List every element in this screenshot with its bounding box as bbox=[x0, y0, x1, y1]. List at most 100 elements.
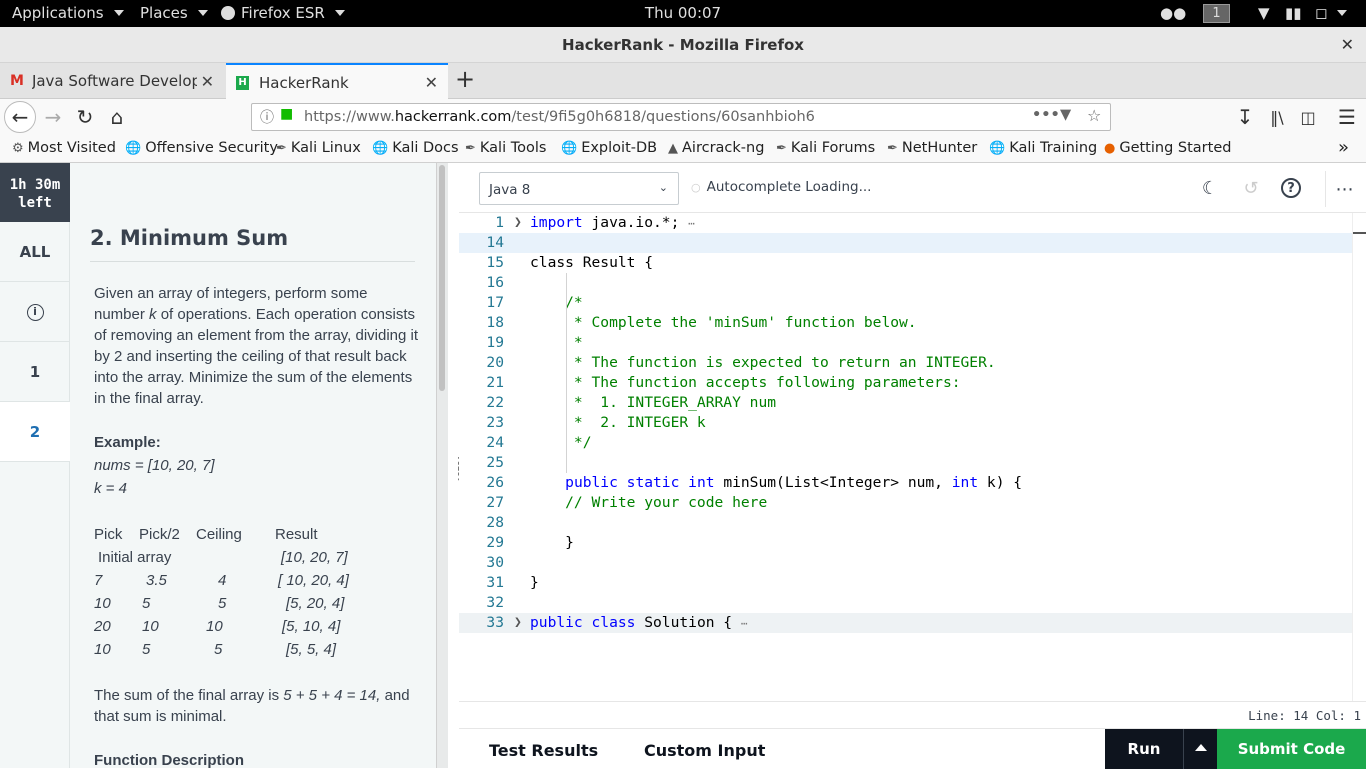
time-remaining: 1h 30m left bbox=[0, 163, 70, 222]
code-line: 24 */ bbox=[486, 434, 592, 451]
code-line: 30 bbox=[486, 554, 504, 571]
bookmark-aircrack-ng[interactable]: ▲ Aircrack-ng bbox=[668, 140, 764, 156]
rail-item-all[interactable]: ALL bbox=[0, 222, 70, 282]
expand-fold-icon[interactable]: ❯ bbox=[514, 213, 522, 233]
tab-custom-input[interactable]: Custom Input bbox=[644, 741, 765, 760]
code-line: 33 ❯ public class Solution { ⋯ bbox=[459, 613, 1366, 633]
code-line: 29 } bbox=[486, 534, 574, 551]
more-bookmarks-icon[interactable]: » bbox=[1338, 137, 1349, 158]
aircrack-icon: ▲ bbox=[668, 140, 678, 156]
code-line: 27 // Write your code here bbox=[486, 494, 768, 511]
close-tab-icon[interactable]: ✕ bbox=[425, 73, 438, 92]
scrollbar-thumb[interactable] bbox=[439, 165, 445, 391]
rail-item-question-1[interactable]: 1 bbox=[0, 342, 70, 402]
rail-item-question-2[interactable]: 2 bbox=[0, 402, 70, 462]
theme-moon-icon[interactable]: ☾ bbox=[1199, 177, 1221, 199]
users-icon[interactable]: ●● bbox=[1160, 4, 1186, 22]
bookmark-kali-tools[interactable]: ✒ Kali Tools bbox=[465, 140, 546, 156]
more-options-icon[interactable]: ⋯ bbox=[1325, 171, 1363, 207]
editor-scrollbar[interactable] bbox=[1352, 213, 1366, 701]
code-line: 22 * 1. INTEGER_ARRAY num bbox=[486, 394, 777, 411]
wifi-icon[interactable]: ▼ bbox=[1258, 4, 1270, 22]
bookmark-kali-linux[interactable]: ✒ Kali Linux bbox=[276, 140, 361, 156]
table-cell: 5 bbox=[214, 641, 223, 658]
downloads-button[interactable]: ↧ bbox=[1230, 103, 1260, 131]
folded-ellipsis-icon[interactable]: ⋯ bbox=[688, 217, 695, 230]
problem-description: Given an array of integers, perform some… bbox=[94, 285, 419, 407]
close-window-icon[interactable]: ✕ bbox=[1341, 27, 1354, 63]
table-cell: [ 10, 20, 4] bbox=[278, 572, 349, 589]
run-button[interactable]: Run bbox=[1105, 729, 1183, 769]
lock-icon: ■ bbox=[280, 106, 294, 122]
bookmark-kali-training[interactable]: 🌐 Kali Training bbox=[989, 140, 1097, 156]
table-cell: 10 bbox=[206, 618, 223, 635]
table-header: Ceiling bbox=[196, 526, 242, 543]
gear-icon: ⚙ bbox=[12, 140, 24, 156]
table-cell: 10 bbox=[142, 618, 159, 635]
table-cell: Initial array bbox=[98, 549, 172, 566]
forward-button[interactable]: → bbox=[38, 103, 68, 131]
run-options-button[interactable] bbox=[1183, 729, 1217, 769]
rail-item-info[interactable]: i bbox=[0, 282, 70, 342]
pocket-icon[interactable]: ▼ bbox=[1060, 107, 1071, 123]
table-cell: [10, 20, 7] bbox=[281, 549, 348, 566]
editor-toolbar: Java 8 ⌄ ○ Autocomplete Loading... ☾ ↺ ?… bbox=[459, 163, 1366, 213]
chevron-down-icon bbox=[1337, 10, 1348, 16]
info-icon[interactable]: ⓘ bbox=[260, 107, 274, 127]
bookmark-most-visited[interactable]: ⚙ Most Visited bbox=[12, 140, 116, 156]
kali-icon: ✒ bbox=[776, 140, 787, 156]
problem-statement-panel: 2. Minimum Sum Given an array of integer… bbox=[70, 163, 436, 768]
language-value: Java 8 bbox=[489, 182, 531, 198]
workspace-indicator[interactable]: 1 bbox=[1203, 4, 1230, 23]
autocomplete-toggle-icon[interactable]: ○ bbox=[691, 181, 701, 194]
submit-code-button[interactable]: Submit Code bbox=[1217, 729, 1366, 769]
tab-test-results[interactable]: Test Results bbox=[489, 741, 598, 760]
expand-fold-icon[interactable]: ❯ bbox=[514, 613, 522, 633]
sidebar-button[interactable]: ◫ bbox=[1293, 103, 1323, 131]
window-title: HackerRank - Mozilla Firefox bbox=[562, 36, 804, 54]
navigation-toolbar: ← → ↻ ⌂ ⓘ ■ https://www.hackerrank.com/t… bbox=[0, 99, 1366, 135]
history-icon[interactable]: ↺ bbox=[1240, 177, 1262, 199]
tab-gmail[interactable]: M Java Software Developer ✕ bbox=[0, 63, 224, 99]
hamburger-icon: ☰ bbox=[1338, 105, 1356, 129]
code-line: 21 * The function accepts following para… bbox=[486, 374, 961, 391]
bookmark-kali-forums[interactable]: ✒ Kali Forums bbox=[776, 140, 875, 156]
reload-icon: ↻ bbox=[76, 105, 94, 129]
bookmark-nethunter[interactable]: ✒ NetHunter bbox=[887, 140, 977, 156]
url-bar[interactable]: ⓘ ■ https://www.hackerrank.com/test/9fi5… bbox=[251, 103, 1111, 131]
power-menu[interactable]: ◻ bbox=[1315, 4, 1348, 22]
tab-label: Java Software Developer bbox=[31, 72, 197, 90]
new-tab-button[interactable]: + bbox=[455, 65, 475, 93]
library-button[interactable]: ‖\ bbox=[1262, 103, 1292, 131]
bookmark-kali-docs[interactable]: 🌐 Kali Docs bbox=[372, 140, 459, 156]
bookmark-exploit-db[interactable]: 🌐 Exploit-DB bbox=[561, 140, 657, 156]
divider bbox=[90, 261, 415, 262]
help-icon[interactable]: ? bbox=[1281, 178, 1301, 198]
home-button[interactable]: ⌂ bbox=[102, 103, 132, 131]
page-actions-icon[interactable]: ••• bbox=[1032, 107, 1060, 123]
menu-button[interactable]: ☰ bbox=[1332, 103, 1362, 131]
back-button[interactable]: ← bbox=[4, 101, 36, 133]
sidebar-icon: ◫ bbox=[1300, 107, 1316, 127]
tab-hackerrank[interactable]: H HackerRank ✕ bbox=[226, 63, 448, 100]
url-text: https://www.hackerrank.com/test/9fi5g0h6… bbox=[304, 109, 815, 125]
info-icon: i bbox=[26, 304, 44, 321]
table-cell: [5, 20, 4] bbox=[286, 595, 345, 612]
code-editor[interactable]: 1 ❯ import java.io.*; ⋯ 14 15 class Result … bbox=[459, 213, 1366, 701]
close-tab-icon[interactable]: ✕ bbox=[201, 72, 214, 91]
reload-button[interactable]: ↻ bbox=[70, 103, 100, 131]
table-cell: 3.5 bbox=[146, 572, 167, 589]
bookmark-offensive-security[interactable]: 🌐 Offensive Security bbox=[125, 140, 278, 156]
back-arrow-icon: ← bbox=[11, 105, 29, 129]
indent-guide bbox=[566, 273, 567, 473]
folded-ellipsis-icon[interactable]: ⋯ bbox=[741, 617, 748, 630]
code-line: 19 * bbox=[486, 334, 583, 351]
bookmark-star-icon[interactable]: ☆ bbox=[1087, 106, 1101, 125]
code-line: 15 class Result { bbox=[486, 254, 654, 271]
volume-icon[interactable]: ▮▮ bbox=[1285, 4, 1302, 22]
problem-scrollbar[interactable] bbox=[436, 163, 448, 768]
autocomplete-label: Autocomplete Loading... bbox=[706, 179, 872, 195]
bookmark-getting-started[interactable]: ● Getting Started bbox=[1104, 140, 1231, 156]
code-line: 26 public static int minSum(List<Integer… bbox=[486, 474, 1023, 491]
language-select[interactable]: Java 8 ⌄ bbox=[479, 172, 679, 205]
